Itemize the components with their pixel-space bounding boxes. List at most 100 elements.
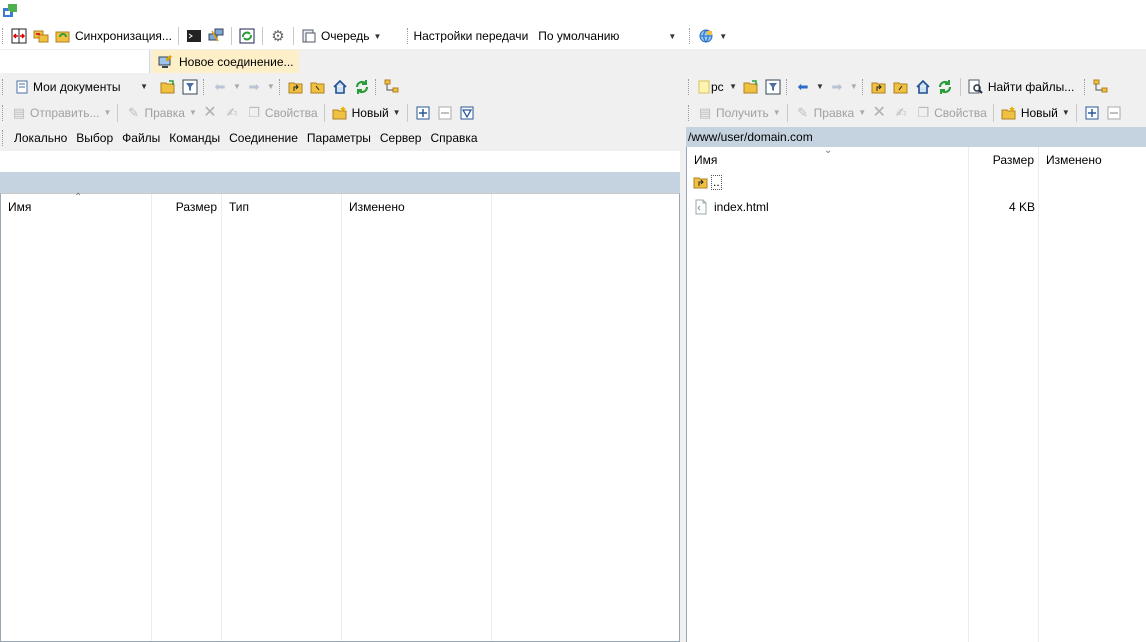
chevron-down-icon: ▼ <box>140 82 148 91</box>
main-toolbar: Синхронизация... ⚙ Очередь ▼ Настройки п… <box>0 24 1146 48</box>
menu-remote[interactable]: Сервер <box>380 131 422 145</box>
file-name: .. <box>711 174 722 190</box>
local-col-size[interactable]: Размер <box>152 194 222 220</box>
remote-root-dir-button[interactable] <box>890 76 912 98</box>
refresh-window-button[interactable] <box>236 25 258 47</box>
remote-back-button[interactable]: ⬅ ▼ <box>792 76 826 98</box>
toolbar-grip[interactable] <box>1084 78 1087 95</box>
remote-col-size[interactable]: Размер <box>969 147 1039 173</box>
toolbar-grip[interactable] <box>203 78 206 95</box>
chevron-down-icon: ▼ <box>668 31 677 41</box>
transfer-preset-select[interactable]: По умолчанию ▼ <box>533 26 682 46</box>
synchronize-button[interactable]: Синхронизация... <box>52 25 174 47</box>
local-upload-label: Отправить... <box>30 105 100 120</box>
remote-properties-button[interactable]: ❐ Свойства <box>912 102 989 124</box>
remote-file-list[interactable]: Имя ⌄ Размер Изменено .. index.html 4 KB <box>686 145 1146 642</box>
local-file-list[interactable]: Имя ⌃ Размер Тип Изменено <box>0 192 680 642</box>
remote-select-button[interactable] <box>1081 102 1103 124</box>
toolbar-grip[interactable] <box>407 28 410 44</box>
local-forward-button[interactable]: ➡ ▼ <box>243 76 277 98</box>
menu-help[interactable]: Справка <box>430 131 477 145</box>
remote-download-button[interactable]: ▤ Получить ▼ <box>694 102 783 124</box>
local-new-button[interactable]: Новый ▼ <box>329 102 403 124</box>
transfer-preset-value: По умолчанию <box>538 29 620 43</box>
remote-location-select[interactable]: pc ▼ <box>694 77 740 97</box>
local-select-button[interactable] <box>412 102 434 124</box>
remote-home-button[interactable] <box>912 76 934 98</box>
local-rename-button[interactable]: ✍ <box>221 102 243 124</box>
terminal-button[interactable] <box>183 25 205 47</box>
local-select-all-button[interactable] <box>456 102 478 124</box>
menu-options[interactable]: Параметры <box>307 131 371 145</box>
local-col-modified[interactable]: Изменено <box>342 194 492 220</box>
find-files-button[interactable]: Найти файлы... <box>965 76 1076 98</box>
local-parent-dir-button[interactable] <box>285 76 307 98</box>
toolbar-separator <box>1075 103 1077 122</box>
toolbar-grip[interactable] <box>688 78 691 95</box>
local-home-button[interactable] <box>329 76 351 98</box>
local-refresh-button[interactable] <box>351 76 373 98</box>
local-edit-button[interactable]: ✎ Правка ▼ <box>122 102 198 124</box>
putty-computers-icon <box>207 27 225 45</box>
table-row[interactable]: index.html 4 KB <box>687 196 1146 218</box>
remote-edit-button[interactable]: ✎ Правка ▼ <box>792 102 868 124</box>
remote-col-modified[interactable]: Изменено <box>1039 147 1146 173</box>
local-unselect-button[interactable] <box>434 102 456 124</box>
toolbar-grip[interactable] <box>2 104 5 121</box>
toolbar-grip[interactable] <box>2 130 5 146</box>
remote-parent-dir-button[interactable] <box>868 76 890 98</box>
menu-local[interactable]: Локально <box>14 131 67 145</box>
local-col-type-label: Тип <box>229 200 250 214</box>
local-delete-button[interactable]: ✕ <box>199 102 221 124</box>
menu-session[interactable]: Соединение <box>229 131 298 145</box>
local-back-button[interactable]: ⬅ ▼ <box>209 76 243 98</box>
rename-icon: ✍ <box>226 105 238 120</box>
toolbar-grip[interactable] <box>786 78 789 95</box>
toolbar-grip[interactable] <box>2 78 5 95</box>
remote-unselect-button[interactable] <box>1103 102 1125 124</box>
local-col-modified-label: Изменено <box>349 200 405 214</box>
queue-button[interactable]: Очередь ▼ <box>298 25 384 47</box>
properties-icon: ❐ <box>248 105 260 120</box>
remote-new-button[interactable]: Новый ▼ <box>998 102 1072 124</box>
local-remote-button[interactable] <box>8 25 30 47</box>
local-filter-button[interactable] <box>179 76 201 98</box>
putty-button[interactable] <box>205 25 227 47</box>
remote-tree-button[interactable] <box>1090 76 1112 98</box>
toolbar-grip[interactable] <box>861 78 865 95</box>
transfer-options-button[interactable]: ▼ <box>695 25 729 47</box>
local-upload-button[interactable]: ▤ Отправить... ▼ <box>8 102 113 124</box>
new-session-tab[interactable]: Новое соединение... <box>152 50 299 73</box>
menu-files[interactable]: Файлы <box>122 131 160 145</box>
table-row[interactable]: .. <box>687 171 1146 193</box>
toolbar-grip[interactable] <box>278 78 282 95</box>
menu-commands[interactable]: Команды <box>169 131 220 145</box>
toolbar-separator <box>230 27 232 45</box>
local-root-dir-button[interactable] <box>307 76 329 98</box>
sync-folder-icon <box>54 27 72 45</box>
local-location-select[interactable]: Мои документы ▼ <box>8 77 153 97</box>
local-tree-button[interactable] <box>381 76 403 98</box>
menu-mark[interactable]: Выбор <box>76 131 113 145</box>
remote-forward-button[interactable]: ➡ ▼ <box>826 76 860 98</box>
session-tab-blank[interactable] <box>0 50 150 73</box>
remote-rename-button[interactable]: ✍ <box>890 102 912 124</box>
local-open-folder-button[interactable] <box>157 76 179 98</box>
sort-ascending-icon: ⌃ <box>74 192 83 203</box>
parent-folder-icon <box>870 78 888 96</box>
toolbar-grip[interactable] <box>2 28 5 44</box>
toolbar-grip[interactable] <box>689 28 692 44</box>
toolbar-grip[interactable] <box>374 78 378 95</box>
remote-filter-button[interactable] <box>762 76 784 98</box>
local-col-type[interactable]: Тип <box>222 194 342 220</box>
remote-refresh-button[interactable] <box>934 76 956 98</box>
preferences-button[interactable]: ⚙ <box>267 25 289 47</box>
remote-delete-button[interactable]: ✕ <box>868 102 890 124</box>
file-size: 4 KB <box>1008 200 1035 214</box>
local-properties-label: Свойства <box>264 105 318 120</box>
column-divider <box>491 194 492 641</box>
local-properties-button[interactable]: ❐ Свойства <box>243 102 320 124</box>
toolbar-grip[interactable] <box>688 104 691 121</box>
remote-open-folder-button[interactable] <box>740 76 762 98</box>
compare-button[interactable] <box>30 25 52 47</box>
